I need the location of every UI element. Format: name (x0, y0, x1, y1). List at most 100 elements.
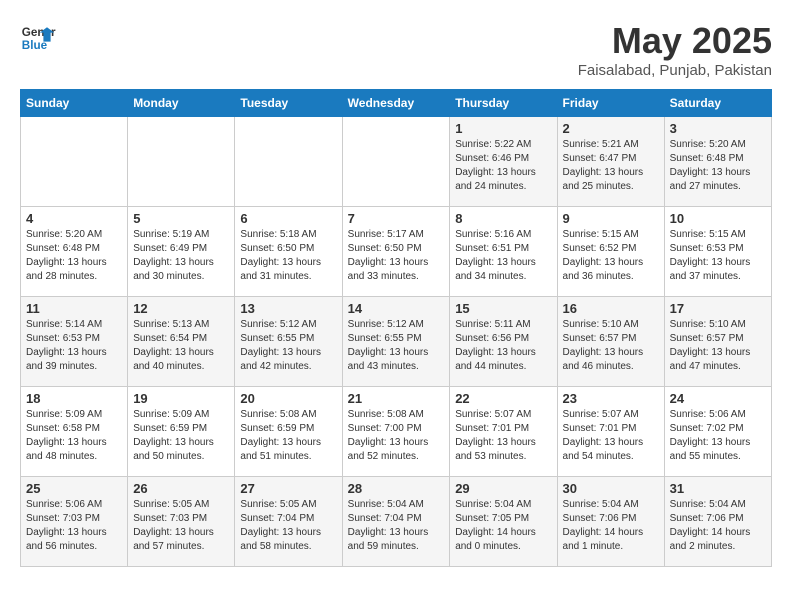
page-header: General Blue May 2025 Faisalabad, Punjab… (20, 20, 772, 79)
cell-info: Sunrise: 5:10 AM Sunset: 6:57 PM Dayligh… (563, 318, 659, 374)
calendar-cell: 21 Sunrise: 5:08 AM Sunset: 7:00 PM Dayli… (342, 387, 450, 477)
calendar-cell: 20 Sunrise: 5:08 AM Sunset: 6:59 PM Dayli… (235, 387, 342, 477)
calendar-title: May 2025 (578, 20, 772, 62)
cell-info: Sunrise: 5:16 AM Sunset: 6:51 PM Dayligh… (455, 228, 551, 284)
cell-day-number: 27 (240, 481, 336, 496)
cell-day-number: 16 (563, 301, 659, 316)
cell-info: Sunrise: 5:11 AM Sunset: 6:56 PM Dayligh… (455, 318, 551, 374)
cell-day-number: 31 (670, 481, 766, 496)
weekday-header-friday: Friday (557, 90, 664, 117)
cell-info: Sunrise: 5:07 AM Sunset: 7:01 PM Dayligh… (563, 408, 659, 464)
calendar-cell (128, 117, 235, 207)
cell-info: Sunrise: 5:18 AM Sunset: 6:50 PM Dayligh… (240, 228, 336, 284)
cell-info: Sunrise: 5:05 AM Sunset: 7:03 PM Dayligh… (133, 498, 229, 554)
calendar-cell: 19 Sunrise: 5:09 AM Sunset: 6:59 PM Dayli… (128, 387, 235, 477)
title-area: May 2025 Faisalabad, Punjab, Pakistan (578, 20, 772, 79)
logo: General Blue (20, 20, 56, 56)
cell-info: Sunrise: 5:15 AM Sunset: 6:52 PM Dayligh… (563, 228, 659, 284)
cell-day-number: 18 (26, 391, 122, 406)
calendar-cell (235, 117, 342, 207)
week-row-2: 4 Sunrise: 5:20 AM Sunset: 6:48 PM Daylig… (21, 207, 772, 297)
cell-info: Sunrise: 5:20 AM Sunset: 6:48 PM Dayligh… (26, 228, 122, 284)
calendar-cell: 17 Sunrise: 5:10 AM Sunset: 6:57 PM Dayli… (664, 297, 771, 387)
cell-info: Sunrise: 5:10 AM Sunset: 6:57 PM Dayligh… (670, 318, 766, 374)
cell-info: Sunrise: 5:14 AM Sunset: 6:53 PM Dayligh… (26, 318, 122, 374)
cell-day-number: 15 (455, 301, 551, 316)
calendar-cell (342, 117, 450, 207)
calendar-cell: 7 Sunrise: 5:17 AM Sunset: 6:50 PM Daylig… (342, 207, 450, 297)
cell-day-number: 10 (670, 211, 766, 226)
weekday-header-row: SundayMondayTuesdayWednesdayThursdayFrid… (21, 90, 772, 117)
cell-info: Sunrise: 5:12 AM Sunset: 6:55 PM Dayligh… (348, 318, 445, 374)
week-row-3: 11 Sunrise: 5:14 AM Sunset: 6:53 PM Dayli… (21, 297, 772, 387)
cell-info: Sunrise: 5:06 AM Sunset: 7:02 PM Dayligh… (670, 408, 766, 464)
calendar-cell (21, 117, 128, 207)
cell-info: Sunrise: 5:04 AM Sunset: 7:04 PM Dayligh… (348, 498, 445, 554)
cell-day-number: 20 (240, 391, 336, 406)
weekday-header-thursday: Thursday (450, 90, 557, 117)
cell-day-number: 22 (455, 391, 551, 406)
calendar-cell: 22 Sunrise: 5:07 AM Sunset: 7:01 PM Dayli… (450, 387, 557, 477)
cell-day-number: 25 (26, 481, 122, 496)
cell-day-number: 26 (133, 481, 229, 496)
calendar-cell: 5 Sunrise: 5:19 AM Sunset: 6:49 PM Daylig… (128, 207, 235, 297)
cell-day-number: 4 (26, 211, 122, 226)
cell-day-number: 9 (563, 211, 659, 226)
cell-info: Sunrise: 5:22 AM Sunset: 6:46 PM Dayligh… (455, 138, 551, 194)
cell-day-number: 14 (348, 301, 445, 316)
calendar-cell: 24Sunrise: 5:06 AM Sunset: 7:02 PM Dayli… (664, 387, 771, 477)
cell-day-number: 17 (670, 301, 766, 316)
cell-day-number: 2 (563, 121, 659, 136)
cell-info: Sunrise: 5:21 AM Sunset: 6:47 PM Dayligh… (563, 138, 659, 194)
cell-day-number: 8 (455, 211, 551, 226)
calendar-cell: 3 Sunrise: 5:20 AM Sunset: 6:48 PM Daylig… (664, 117, 771, 207)
cell-day-number: 28 (348, 481, 445, 496)
cell-info: Sunrise: 5:04 AM Sunset: 7:06 PM Dayligh… (563, 498, 659, 554)
cell-day-number: 12 (133, 301, 229, 316)
cell-day-number: 13 (240, 301, 336, 316)
calendar-cell: 8 Sunrise: 5:16 AM Sunset: 6:51 PM Daylig… (450, 207, 557, 297)
cell-day-number: 3 (670, 121, 766, 136)
cell-info: Sunrise: 5:04 AM Sunset: 7:05 PM Dayligh… (455, 498, 551, 554)
logo-icon: General Blue (20, 20, 56, 56)
calendar-cell: 11 Sunrise: 5:14 AM Sunset: 6:53 PM Dayli… (21, 297, 128, 387)
calendar-cell: 15 Sunrise: 5:11 AM Sunset: 6:56 PM Dayli… (450, 297, 557, 387)
calendar-cell: 1 Sunrise: 5:22 AM Sunset: 6:46 PM Daylig… (450, 117, 557, 207)
calendar-cell: 23 Sunrise: 5:07 AM Sunset: 7:01 PM Dayli… (557, 387, 664, 477)
calendar-cell: 10 Sunrise: 5:15 AM Sunset: 6:53 PM Dayli… (664, 207, 771, 297)
cell-info: Sunrise: 5:20 AM Sunset: 6:48 PM Dayligh… (670, 138, 766, 194)
cell-info: Sunrise: 5:07 AM Sunset: 7:01 PM Dayligh… (455, 408, 551, 464)
calendar-cell: 31 Sunrise: 5:04 AM Sunset: 7:06 PM Dayli… (664, 477, 771, 567)
cell-info: Sunrise: 5:15 AM Sunset: 6:53 PM Dayligh… (670, 228, 766, 284)
cell-day-number: 29 (455, 481, 551, 496)
calendar-cell: 6Sunrise: 5:18 AM Sunset: 6:50 PM Daylig… (235, 207, 342, 297)
week-row-5: 25Sunrise: 5:06 AM Sunset: 7:03 PM Dayli… (21, 477, 772, 567)
calendar-cell: 14 Sunrise: 5:12 AM Sunset: 6:55 PM Dayli… (342, 297, 450, 387)
cell-day-number: 23 (563, 391, 659, 406)
cell-info: Sunrise: 5:08 AM Sunset: 6:59 PM Dayligh… (240, 408, 336, 464)
calendar-cell: 29 Sunrise: 5:04 AM Sunset: 7:05 PM Dayli… (450, 477, 557, 567)
cell-info: Sunrise: 5:05 AM Sunset: 7:04 PM Dayligh… (240, 498, 336, 554)
calendar-cell: 12 Sunrise: 5:13 AM Sunset: 6:54 PM Dayli… (128, 297, 235, 387)
cell-info: Sunrise: 5:13 AM Sunset: 6:54 PM Dayligh… (133, 318, 229, 374)
cell-day-number: 5 (133, 211, 229, 226)
calendar-cell: 2 Sunrise: 5:21 AM Sunset: 6:47 PM Daylig… (557, 117, 664, 207)
calendar-cell: 30Sunrise: 5:04 AM Sunset: 7:06 PM Dayli… (557, 477, 664, 567)
cell-info: Sunrise: 5:09 AM Sunset: 6:59 PM Dayligh… (133, 408, 229, 464)
cell-info: Sunrise: 5:09 AM Sunset: 6:58 PM Dayligh… (26, 408, 122, 464)
cell-day-number: 7 (348, 211, 445, 226)
cell-info: Sunrise: 5:17 AM Sunset: 6:50 PM Dayligh… (348, 228, 445, 284)
svg-text:General: General (22, 26, 56, 39)
calendar-cell: 27 Sunrise: 5:05 AM Sunset: 7:04 PM Dayli… (235, 477, 342, 567)
cell-day-number: 19 (133, 391, 229, 406)
cell-day-number: 21 (348, 391, 445, 406)
cell-info: Sunrise: 5:08 AM Sunset: 7:00 PM Dayligh… (348, 408, 445, 464)
cell-day-number: 11 (26, 301, 122, 316)
calendar-cell: 9 Sunrise: 5:15 AM Sunset: 6:52 PM Daylig… (557, 207, 664, 297)
cell-info: Sunrise: 5:19 AM Sunset: 6:49 PM Dayligh… (133, 228, 229, 284)
cell-day-number: 1 (455, 121, 551, 136)
cell-info: Sunrise: 5:04 AM Sunset: 7:06 PM Dayligh… (670, 498, 766, 554)
week-row-1: 1 Sunrise: 5:22 AM Sunset: 6:46 PM Daylig… (21, 117, 772, 207)
calendar-cell: 13Sunrise: 5:12 AM Sunset: 6:55 PM Dayli… (235, 297, 342, 387)
week-row-4: 18 Sunrise: 5:09 AM Sunset: 6:58 PM Dayli… (21, 387, 772, 477)
